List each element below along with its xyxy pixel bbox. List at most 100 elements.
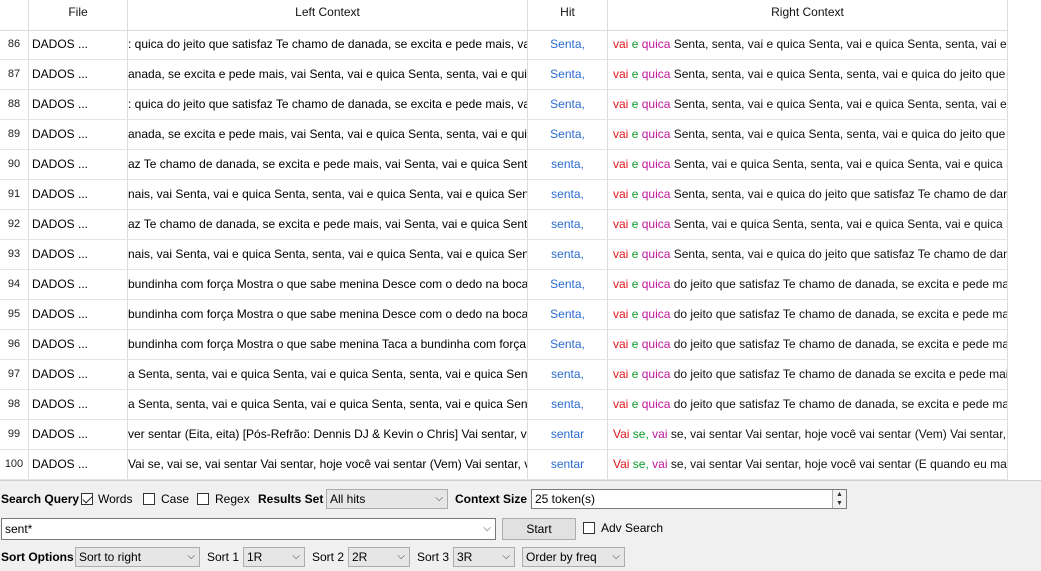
- table-row[interactable]: 86 DADOS ...: quica do jeito que satisfaz…: [0, 30, 1008, 60]
- adv-search-checkbox[interactable]: [583, 522, 595, 534]
- table-row[interactable]: 92 DADOS ... az Te chamo de danada, se exc…: [0, 210, 1008, 240]
- right-token-3: quica: [641, 187, 671, 201]
- file-cell: DADOS ...: [29, 390, 128, 419]
- sort3-select[interactable]: 3R ⌵: [453, 547, 515, 567]
- results-set-select[interactable]: All hits ⌵: [326, 489, 448, 509]
- table-row[interactable]: 96 DADOS ... bundinha com força Mostra o q…: [0, 330, 1008, 360]
- right-context-rest: Senta, senta, vai e quica Senta, vai e q…: [673, 97, 1008, 111]
- table-row[interactable]: 88 DADOS ...: quica do jeito que satisfaz…: [0, 90, 1008, 120]
- right-context-rest: Senta, senta, vai e quica do jeito que s…: [673, 247, 1008, 261]
- order-select[interactable]: Order by freq ⌵: [522, 547, 625, 567]
- file-cell: DADOS ...: [29, 450, 128, 479]
- table-row[interactable]: 94 DADOS ... bundinha com força Mostra o q…: [0, 270, 1008, 300]
- row-number: 93: [0, 240, 29, 269]
- chevron-down-icon[interactable]: ⌵: [483, 519, 491, 539]
- header-left-context[interactable]: Left Context: [128, 0, 528, 30]
- table-row[interactable]: 87 DADOS ... anada, se excita e pede mais,…: [0, 60, 1008, 90]
- table-row[interactable]: 93 DADOS ... nais, vai Senta, vai e quica …: [0, 240, 1008, 270]
- context-size-spinner[interactable]: 25 token(s) ▲ ▼: [531, 489, 847, 509]
- query-input[interactable]: sent* ⌵: [1, 518, 496, 540]
- right-token-1: Vai: [613, 427, 630, 441]
- right-token-1: vai: [613, 157, 629, 171]
- right-token-1: vai: [613, 67, 629, 81]
- sort2-label: Sort 2: [312, 550, 345, 564]
- right-token-2: e: [631, 67, 639, 81]
- right-token-2: e: [631, 127, 639, 141]
- adv-search-label[interactable]: Adv Search: [601, 521, 663, 535]
- file-cell: DADOS ...: [29, 270, 128, 299]
- sort1-label: Sort 1: [207, 550, 240, 564]
- hit-cell: Senta,: [528, 120, 608, 149]
- file-cell: DADOS ...: [29, 360, 128, 389]
- table-row[interactable]: 98 DADOS ... a Senta, senta, vai e quica S…: [0, 390, 1008, 420]
- case-checkbox[interactable]: [143, 493, 155, 505]
- right-token-3: quica: [641, 67, 671, 81]
- table-row[interactable]: 91 DADOS ... nais, vai Senta, vai e quica …: [0, 180, 1008, 210]
- right-token-2: e: [631, 307, 639, 321]
- right-token-1: vai: [613, 217, 629, 231]
- start-button[interactable]: Start: [502, 518, 576, 540]
- right-context-cell: vai e quica Senta, senta, vai e quica Se…: [608, 120, 1008, 149]
- file-cell: DADOS ...: [29, 420, 128, 449]
- right-token-3: vai: [652, 427, 668, 441]
- table-header: File Left Context Hit Right Context: [0, 0, 1008, 31]
- sort3-value: 3R: [457, 550, 473, 564]
- right-token-1: vai: [613, 277, 629, 291]
- sort-mode-value: Sort to right: [79, 550, 142, 564]
- spin-down-icon[interactable]: ▼: [833, 499, 846, 508]
- right-token-1: vai: [613, 37, 629, 51]
- spin-up-icon[interactable]: ▲: [833, 490, 846, 499]
- case-label[interactable]: Case: [161, 492, 189, 506]
- sort-mode-select[interactable]: Sort to right ⌵: [75, 547, 200, 567]
- right-context-rest: do jeito que satisfaz Te chamo de danada…: [673, 367, 1008, 381]
- right-context-rest: do jeito que satisfaz Te chamo de danada…: [673, 337, 1008, 351]
- right-token-3: quica: [641, 97, 671, 111]
- table-row[interactable]: 95 DADOS ... bundinha com força Mostra o q…: [0, 300, 1008, 330]
- right-context-cell: vai e quica Senta, senta, vai e quica Se…: [608, 60, 1008, 89]
- right-context-rest: Senta, senta, vai e quica Senta, senta, …: [673, 67, 1007, 81]
- words-label[interactable]: Words: [98, 492, 132, 506]
- row-number: 97: [0, 360, 29, 389]
- right-token-1: vai: [613, 397, 629, 411]
- header-file[interactable]: File: [29, 0, 128, 30]
- table-row[interactable]: 90 DADOS ... az Te chamo de danada, se exc…: [0, 150, 1008, 180]
- sort1-select[interactable]: 1R ⌵: [243, 547, 305, 567]
- search-query-label: Search Query: [1, 492, 80, 506]
- file-cell: DADOS ...: [29, 60, 128, 89]
- table-row[interactable]: 97 DADOS ... a Senta, senta, vai e quica S…: [0, 360, 1008, 390]
- right-context-cell: vai e quica do jeito que satisfaz Te cha…: [608, 330, 1008, 359]
- table-row[interactable]: 99 DADOS ... ver sentar (Eita, eita) [Pós-…: [0, 420, 1008, 450]
- right-token-2: se,: [632, 427, 649, 441]
- row-number: 96: [0, 330, 29, 359]
- results-table: File Left Context Hit Right Context 86 DA…: [0, 0, 1008, 480]
- left-context-cell: a Senta, senta, vai e quica Senta, vai e…: [128, 390, 528, 419]
- header-right-context[interactable]: Right Context: [608, 0, 1008, 30]
- words-checkbox[interactable]: [81, 493, 93, 505]
- left-context-cell: : quica do jeito que satisfaz Te chamo d…: [128, 30, 528, 59]
- file-cell: DADOS ...: [29, 30, 128, 59]
- results-set-value: All hits: [330, 492, 366, 506]
- row-number: 99: [0, 420, 29, 449]
- hit-cell: Senta,: [528, 90, 608, 119]
- right-context-rest: Senta, vai e quica Senta, senta, vai e q…: [673, 217, 1008, 231]
- header-hit[interactable]: Hit: [528, 0, 608, 30]
- sort2-select[interactable]: 2R ⌵: [348, 547, 410, 567]
- regex-label[interactable]: Regex: [215, 492, 250, 506]
- right-context-rest: do jeito que satisfaz Te chamo de danada…: [673, 277, 1008, 291]
- row-number: 100: [0, 450, 29, 479]
- file-cell: DADOS ...: [29, 150, 128, 179]
- table-row[interactable]: 89 DADOS ... anada, se excita e pede mais,…: [0, 120, 1008, 150]
- spinner-buttons[interactable]: ▲ ▼: [832, 490, 846, 508]
- right-token-2: se,: [632, 457, 649, 471]
- right-context-rest: do jeito que satisfaz Te chamo de danada…: [673, 307, 1008, 321]
- hit-cell: senta,: [528, 360, 608, 389]
- file-cell: DADOS ...: [29, 330, 128, 359]
- right-token-3: quica: [641, 397, 671, 411]
- regex-checkbox[interactable]: [197, 493, 209, 505]
- right-token-3: quica: [641, 157, 671, 171]
- left-context-cell: bundinha com força Mostra o que sabe men…: [128, 330, 528, 359]
- row-number: 88: [0, 90, 29, 119]
- hit-cell: senta,: [528, 240, 608, 269]
- table-row[interactable]: 100 DADOS ... Vai se, vai se, vai sentar V…: [0, 450, 1008, 480]
- hit-cell: Senta,: [528, 270, 608, 299]
